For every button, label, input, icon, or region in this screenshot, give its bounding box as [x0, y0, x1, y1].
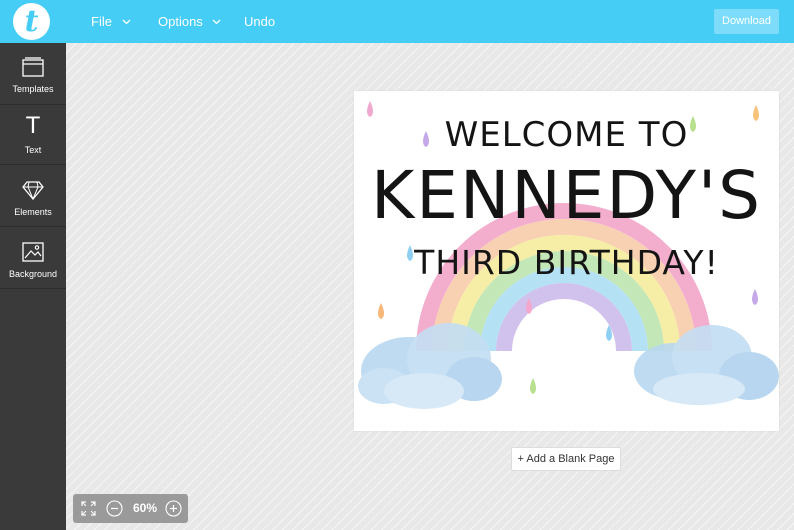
headline-welcome[interactable]: WELCOME TO [354, 115, 779, 155]
sidebar: Templates T Text Elements Background [0, 43, 66, 530]
file-menu[interactable]: File [91, 0, 131, 43]
download-button[interactable]: Download [714, 9, 779, 34]
file-menu-label: File [91, 14, 112, 29]
sidebar-item-text[interactable]: T Text [0, 105, 66, 165]
left-cloud [358, 323, 502, 409]
sidebar-item-templates[interactable]: Templates [0, 43, 66, 105]
sidebar-item-label: Background [8, 269, 58, 279]
options-menu[interactable]: Options [158, 0, 221, 43]
raindrop [378, 303, 384, 319]
sidebar-item-label: Text [24, 145, 42, 155]
sidebar-item-elements[interactable]: Elements [0, 165, 66, 227]
undo-label: Undo [244, 14, 276, 29]
zoom-out-icon[interactable] [106, 500, 123, 517]
zoom-in-icon[interactable] [165, 500, 182, 517]
add-blank-page-button[interactable]: + Add a Blank Page [511, 447, 621, 471]
templates-icon [22, 57, 44, 77]
zoom-level: 60% [132, 501, 158, 515]
text-icon: T [26, 114, 40, 139]
sidebar-item-label: Elements [14, 207, 52, 217]
rainbow-band-purple [496, 283, 632, 352]
logo-letter: t [24, 4, 39, 39]
raindrop [752, 289, 758, 305]
zoom-control: 60% [73, 494, 188, 523]
image-icon [22, 242, 44, 262]
undo-button[interactable]: Undo [244, 0, 275, 43]
design-canvas[interactable]: WELCOME TO KENNEDY'S THIRD BIRTHDAY! [354, 91, 779, 431]
options-menu-label: Options [158, 14, 203, 29]
headline-name[interactable]: KENNEDY'S [354, 157, 779, 234]
raindrop [530, 378, 536, 394]
app-logo[interactable]: t [13, 3, 50, 40]
chevron-down-icon [122, 19, 131, 24]
sidebar-item-label: Templates [12, 84, 54, 94]
headline-birthday[interactable]: THIRD BIRTHDAY! [354, 243, 779, 282]
diamond-icon [22, 181, 44, 201]
sidebar-item-background[interactable]: Background [0, 227, 66, 289]
chevron-down-icon [212, 19, 221, 24]
fit-screen-icon[interactable] [80, 500, 97, 517]
top-bar: t File Options Undo Download [0, 0, 794, 43]
